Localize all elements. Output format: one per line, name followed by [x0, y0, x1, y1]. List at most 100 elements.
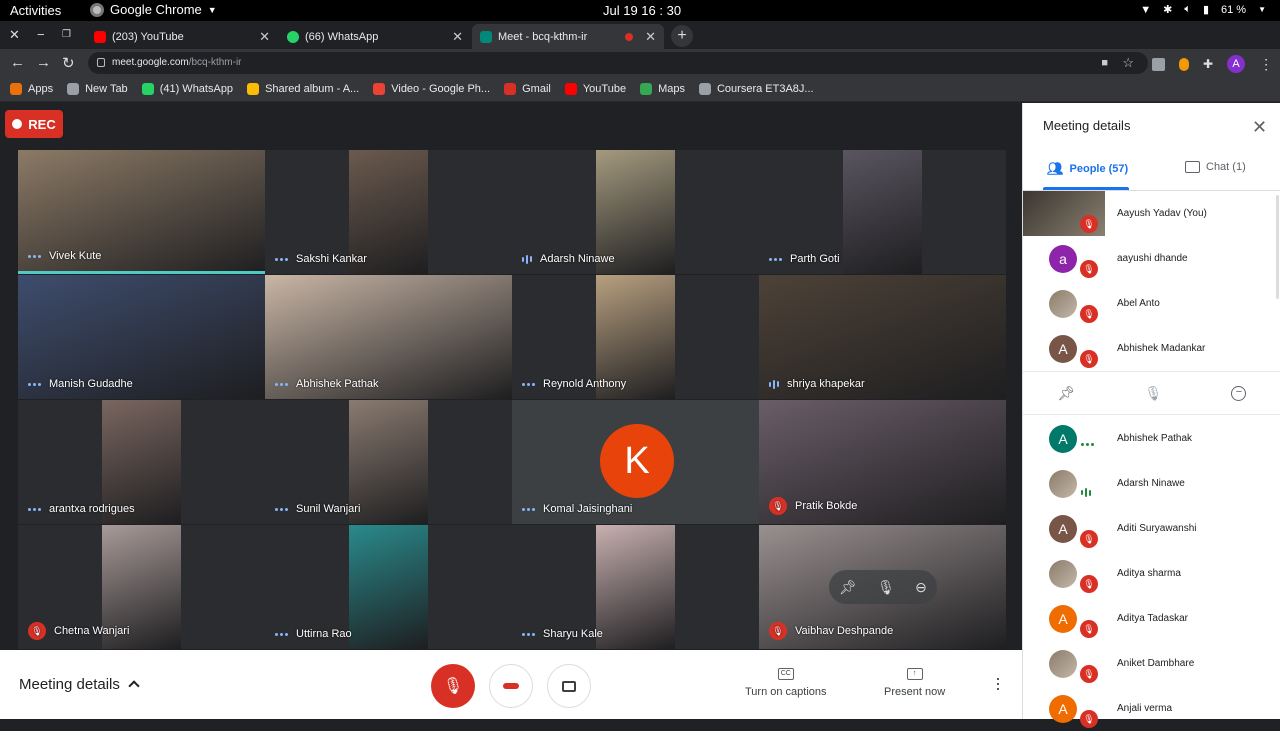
- participant-tile[interactable]: Parth Goti: [759, 150, 1006, 274]
- wifi-icon: ▼: [1140, 3, 1152, 16]
- mute-participant-icon[interactable]: 🎙︎: [877, 579, 895, 596]
- participant-tile[interactable]: Sharyu Kale: [512, 525, 759, 649]
- participant-name: arantxa rodrigues: [49, 503, 135, 515]
- tab-youtube[interactable]: (203) YouTube ✕: [86, 24, 278, 49]
- audio-level-icon: [522, 507, 535, 511]
- meeting-details-button[interactable]: Meeting details: [19, 676, 140, 693]
- participant-tile[interactable]: shriya khapekar: [759, 275, 1006, 399]
- tab-chat[interactable]: Chat (1): [1185, 161, 1246, 173]
- participant-tile[interactable]: Sakshi Kankar: [265, 150, 512, 274]
- participant-row[interactable]: A Abhishek Pathak: [1023, 416, 1280, 461]
- participant-name: Aayush Yadav (You): [1117, 208, 1207, 219]
- participant-name: Abhishek Madankar: [1117, 343, 1206, 354]
- bookmark-item[interactable]: Coursera ET3A8J...: [698, 83, 814, 95]
- reload-icon[interactable]: ↻: [62, 54, 75, 72]
- participant-name-label: Vivek Kute: [28, 250, 101, 262]
- tab-meet[interactable]: Meet - bcq-kthm-ir ✕: [472, 24, 664, 49]
- bookmark-item[interactable]: (41) WhatsApp: [141, 83, 233, 95]
- remove-icon[interactable]: −: [1231, 385, 1247, 401]
- participant-tile[interactable]: K Komal Jaisinghani: [512, 400, 759, 524]
- scrollbar[interactable]: [1276, 195, 1279, 299]
- forward-icon[interactable]: →: [36, 54, 51, 71]
- back-icon[interactable]: ←: [10, 54, 25, 71]
- puzzle-icon[interactable]: ✚: [1203, 57, 1213, 71]
- pin-icon[interactable]: 📌︎: [1058, 385, 1076, 402]
- participant-tile[interactable]: Uttirna Rao: [265, 525, 512, 649]
- mic-off-icon: 🎙︎: [1080, 215, 1098, 233]
- participant-row[interactable]: a 🎙︎ aayushi dhande: [1023, 236, 1280, 281]
- present-now-button[interactable]: ↑ Present now: [884, 668, 945, 698]
- participant-name-label: Adarsh Ninawe: [522, 253, 615, 265]
- closed-captions-icon: CC: [777, 668, 794, 680]
- participant-row[interactable]: Adarsh Ninawe: [1023, 461, 1280, 506]
- participant-tile[interactable]: Vivek Kute: [18, 150, 265, 274]
- participant-tile[interactable]: Reynold Anthony: [512, 275, 759, 399]
- participant-avatar: [1049, 649, 1077, 678]
- participant-row[interactable]: 🎙︎ Aniket Dambhare: [1023, 641, 1280, 686]
- participant-row[interactable]: A 🎙︎ Anjali verma: [1023, 686, 1280, 731]
- camera-icon[interactable]: ■: [1101, 52, 1108, 74]
- mic-off-icon: 🎙︎: [28, 622, 46, 640]
- remove-icon[interactable]: ⊖: [915, 579, 927, 596]
- participant-tile[interactable]: 🎙︎ Vaibhav Deshpande 📌︎ 🎙︎ ⊖: [759, 525, 1006, 649]
- participant-tile[interactable]: Sunil Wanjari: [265, 400, 512, 524]
- bookmark-item[interactable]: New Tab: [67, 83, 128, 95]
- participant-row[interactable]: A 🎙︎ Aditi Suryawanshi: [1023, 506, 1280, 551]
- system-tray[interactable]: ▼ ✱ 🔈︎ ▮ 61 % ▼: [1140, 3, 1266, 16]
- participant-row[interactable]: A 🎙︎ Aditya Tadaskar: [1023, 596, 1280, 641]
- extension-icon[interactable]: [1179, 57, 1189, 71]
- captions-button[interactable]: CC Turn on captions: [745, 668, 827, 698]
- extension-icon[interactable]: [1152, 57, 1165, 71]
- pin-icon[interactable]: 📌︎: [839, 579, 857, 596]
- camera-toggle-button[interactable]: [547, 664, 591, 708]
- bookmark-item[interactable]: YouTube: [564, 83, 626, 95]
- tile-hover-controls: 📌︎ 🎙︎ ⊖: [829, 570, 937, 604]
- activities-button[interactable]: Activities: [10, 3, 61, 18]
- mute-participant-icon[interactable]: 🎙︎: [1144, 385, 1162, 402]
- clock[interactable]: Jul 19 16 : 30: [603, 3, 681, 18]
- app-menu[interactable]: Google Chrome ▼: [90, 2, 217, 17]
- participant-tile[interactable]: Adarsh Ninawe: [512, 150, 759, 274]
- minimize-icon[interactable]: −: [37, 27, 45, 42]
- address-bar[interactable]: meet.google.com/bcq-kthm-ir ■ ☆: [88, 52, 1148, 74]
- meet-icon: [480, 30, 492, 43]
- participant-tile[interactable]: Manish Gudadhe: [18, 275, 265, 399]
- participant-row[interactable]: 🎙︎ Aditya sharma: [1023, 551, 1280, 596]
- profile-avatar[interactable]: A: [1227, 55, 1246, 73]
- leave-call-button[interactable]: [489, 664, 533, 708]
- participant-tile[interactable]: arantxa rodrigues: [18, 400, 265, 524]
- participant-name: aayushi dhande: [1117, 253, 1188, 264]
- mic-toggle-button[interactable]: 🎙︎: [431, 664, 475, 708]
- restore-icon[interactable]: ❐: [62, 29, 71, 40]
- participant-name-label: Manish Gudadhe: [28, 378, 133, 390]
- video-feed: [596, 525, 675, 649]
- close-tab-icon[interactable]: ✕: [645, 29, 656, 45]
- bookmark-item[interactable]: Video - Google Ph...: [373, 83, 490, 95]
- close-tab-icon[interactable]: ✕: [259, 29, 270, 45]
- participant-name: Sakshi Kankar: [296, 253, 367, 265]
- close-icon[interactable]: ✕: [1252, 117, 1267, 138]
- participant-row[interactable]: 🎙︎ Abel Anto: [1023, 281, 1280, 326]
- bookmark-item[interactable]: Apps: [10, 83, 53, 95]
- bookmark-item[interactable]: Maps: [640, 83, 685, 95]
- participant-tile[interactable]: 🎙︎ Pratik Bokde: [759, 400, 1006, 524]
- audio-level-icon: [28, 507, 41, 511]
- bookmark-item[interactable]: Shared album - A...: [247, 83, 359, 95]
- more-icon[interactable]: ⋮: [1259, 57, 1273, 71]
- bookmark-item[interactable]: Gmail: [504, 83, 551, 95]
- close-window-icon[interactable]: ✕: [9, 27, 20, 43]
- tab-people[interactable]: 👥︎ People (57): [1047, 161, 1128, 177]
- recording-badge: REC: [5, 110, 63, 138]
- more-options-icon[interactable]: · · ·: [995, 669, 1001, 697]
- participant-row[interactable]: 🎙︎ Aayush Yadav (You): [1023, 191, 1280, 236]
- speaking-indicator-icon: [769, 379, 779, 389]
- participant-name: Abhishek Pathak: [1117, 433, 1193, 444]
- new-tab-button[interactable]: +: [671, 25, 693, 47]
- participant-row[interactable]: A 🎙︎ Abhishek Madankar: [1023, 326, 1280, 371]
- bookmark-icon: [373, 83, 386, 95]
- participant-tile[interactable]: 🎙︎ Chetna Wanjari: [18, 525, 265, 649]
- star-icon[interactable]: ☆: [1122, 52, 1134, 74]
- close-tab-icon[interactable]: ✕: [452, 29, 463, 45]
- participant-tile[interactable]: Abhishek Pathak: [265, 275, 512, 399]
- tab-whatsapp[interactable]: (66) WhatsApp ✕: [279, 24, 471, 49]
